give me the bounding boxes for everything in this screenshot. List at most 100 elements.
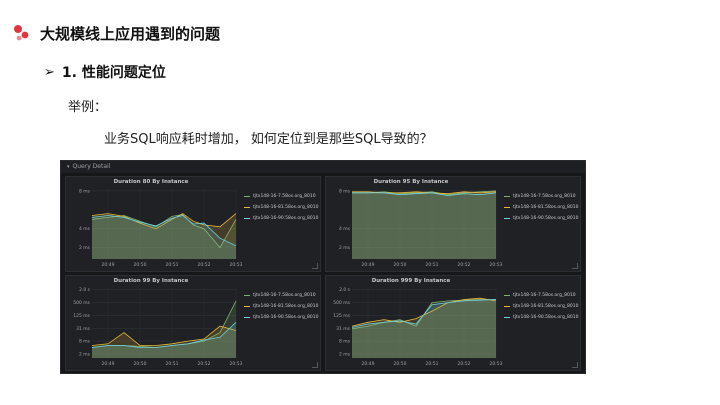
- bullet-arrow-icon: ➢: [44, 64, 55, 80]
- legend-label: tjtx148-16-7.58os.org_8010: [513, 293, 576, 298]
- legend-item[interactable]: tjtx148-16-7.58os.org_8010: [244, 191, 319, 202]
- legend-swatch: [244, 206, 250, 209]
- legend-item[interactable]: tjtx148-16-7.58os.org_8010: [504, 191, 579, 202]
- legend-item[interactable]: tjtx148-16-90.58os.org_8010: [244, 312, 319, 323]
- chart-plot: 8 ms 4 ms 2 ms 20:49 20:50 20:51 20:52 20:53: [339, 188, 503, 268]
- y-tick-label: 500 ms: [333, 300, 350, 306]
- y-tick-label: 31 ms: [76, 326, 91, 332]
- panel-duration-999[interactable]: Duration 999 By Instance 2.0 s 500 ms 125 …: [325, 275, 581, 371]
- y-tick-label: 125 ms: [333, 313, 350, 319]
- resize-handle-icon[interactable]: [572, 362, 578, 368]
- x-tick-label: 20:52: [198, 361, 211, 367]
- x-tick-label: 20:51: [426, 361, 439, 367]
- series-area: [352, 192, 496, 259]
- y-tick-label: 8 ms: [79, 188, 91, 194]
- legend-item[interactable]: tjtx148-16-81.58os.org_8010: [504, 202, 579, 213]
- legend-swatch: [504, 195, 510, 198]
- chart-legend: tjtx148-16-7.58os.org_8010 tjtx148-16-81…: [244, 191, 319, 224]
- x-tick-label: 20:49: [102, 262, 115, 268]
- example-label: 举例：: [68, 100, 108, 115]
- x-tick-label: 20:52: [458, 262, 471, 268]
- dashboard-row-title: Query Detail: [72, 163, 111, 170]
- y-tick-label: 2 ms: [79, 351, 91, 357]
- x-tick-label: 20:50: [134, 262, 147, 268]
- title-decoration-icon: [14, 25, 29, 41]
- x-tick-label: 20:52: [198, 262, 211, 268]
- legend-swatch: [244, 294, 250, 297]
- legend-item[interactable]: tjtx148-16-90.58os.org_8010: [244, 213, 319, 224]
- x-tick-label: 20:51: [166, 361, 179, 367]
- legend-label: tjtx148-16-7.58os.org_8010: [513, 194, 576, 199]
- x-tick-label: 20:49: [362, 262, 375, 268]
- x-tick-label: 20:50: [394, 262, 407, 268]
- panel-duration-80[interactable]: Duration 80 By Instance 8 ms 4 ms 2 ms 20:4…: [65, 176, 321, 272]
- x-tick-label: 20:53: [230, 361, 243, 367]
- y-tick-label: 4 ms: [339, 226, 351, 232]
- panel-duration-95[interactable]: Duration 95 By Instance 8 ms 4 ms 2 ms 20:4…: [325, 176, 581, 272]
- x-tick-label: 20:50: [394, 361, 407, 367]
- y-tick-label: 31 ms: [336, 326, 351, 332]
- slide-title-row: 大规模线上应用遇到的问题: [12, 20, 220, 46]
- chart-plot: 2.0 s 500 ms 125 ms 31 ms 8 ms 2 ms 20:49 20:50…: [333, 287, 503, 367]
- y-tick-label: 2 ms: [339, 245, 351, 251]
- legend-item[interactable]: tjtx148-16-81.58os.org_8010: [504, 301, 579, 312]
- chart-legend: tjtx148-16-7.58os.org_8010 tjtx148-16-81…: [504, 191, 579, 224]
- resize-handle-icon[interactable]: [312, 362, 318, 368]
- x-tick-label: 20:53: [490, 262, 503, 268]
- chart-plot: 2.0 s 500 ms 125 ms 31 ms 8 ms 2 ms 20:49 20:50…: [73, 287, 243, 367]
- legend-swatch: [504, 305, 510, 308]
- legend-label: tjtx148-16-90.58os.org_8010: [253, 216, 319, 221]
- slide-title: 大规模线上应用遇到的问题: [40, 24, 221, 43]
- bullet-row: ➢ 1. 性能问题定位: [44, 62, 166, 82]
- legend-swatch: [504, 316, 510, 319]
- chart-legend: tjtx148-16-7.58os.org_8010 tjtx148-16-81…: [504, 290, 579, 323]
- bullet-heading: 1. 性能问题定位: [61, 65, 166, 81]
- y-tick-label: 4 ms: [79, 226, 91, 232]
- legend-swatch: [244, 195, 250, 198]
- y-tick-label: 2.0 s: [339, 287, 351, 293]
- legend-label: tjtx148-16-90.58os.org_8010: [513, 315, 579, 320]
- y-tick-label: 2.0 s: [79, 287, 91, 293]
- y-tick-label: 2 ms: [79, 245, 91, 251]
- chart-plot: 8 ms 4 ms 2 ms 20:49 20:50 20:51 20:52 20:53: [79, 188, 243, 268]
- x-tick-label: 20:50: [134, 361, 147, 367]
- legend-swatch: [244, 305, 250, 308]
- legend-label: tjtx148-16-81.58os.org_8010: [513, 304, 579, 309]
- x-tick-label: 20:49: [362, 361, 375, 367]
- x-tick-label: 20:51: [166, 262, 179, 268]
- dashboard-row-header[interactable]: ▾ Query Detail: [61, 161, 585, 173]
- y-tick-label: 500 ms: [73, 300, 90, 306]
- legend-item[interactable]: tjtx148-16-7.58os.org_8010: [244, 290, 319, 301]
- panel-duration-99[interactable]: Duration 99 By Instance 2.0 s 500 ms 125 m…: [65, 275, 321, 371]
- legend-label: tjtx148-16-81.58os.org_8010: [253, 205, 319, 210]
- legend-item[interactable]: tjtx148-16-81.58os.org_8010: [244, 202, 319, 213]
- collapse-caret-icon[interactable]: ▾: [67, 164, 70, 170]
- resize-handle-icon[interactable]: [572, 263, 578, 269]
- legend-label: tjtx148-16-90.58os.org_8010: [253, 315, 319, 320]
- y-tick-label: 8 ms: [79, 339, 91, 345]
- x-tick-label: 20:53: [230, 262, 243, 268]
- dashboard-screenshot: ▾ Query Detail Duration 80 By Instance 8 …: [60, 160, 586, 374]
- chart-legend: tjtx148-16-7.58os.org_8010 tjtx148-16-81…: [244, 290, 319, 323]
- legend-item[interactable]: tjtx148-16-7.58os.org_8010: [504, 290, 579, 301]
- legend-label: tjtx148-16-81.58os.org_8010: [253, 304, 319, 309]
- y-tick-label: 125 ms: [73, 313, 90, 319]
- legend-swatch: [244, 217, 250, 220]
- legend-item[interactable]: tjtx148-16-90.58os.org_8010: [504, 213, 579, 224]
- x-tick-label: 20:49: [102, 361, 115, 367]
- question-text: 业务SQL响应耗时增加， 如何定位到是那些SQL导致的？: [104, 132, 433, 147]
- legend-swatch: [244, 316, 250, 319]
- legend-item[interactable]: tjtx148-16-90.58os.org_8010: [504, 312, 579, 323]
- legend-swatch: [504, 217, 510, 220]
- legend-label: tjtx148-16-81.58os.org_8010: [513, 205, 579, 210]
- resize-handle-icon[interactable]: [312, 263, 318, 269]
- y-tick-label: 2 ms: [339, 351, 351, 357]
- x-tick-label: 20:53: [490, 361, 503, 367]
- series-area: [352, 299, 496, 358]
- legend-item[interactable]: tjtx148-16-81.58os.org_8010: [244, 301, 319, 312]
- legend-swatch: [504, 294, 510, 297]
- legend-swatch: [504, 206, 510, 209]
- legend-label: tjtx148-16-7.58os.org_8010: [253, 194, 316, 199]
- legend-label: tjtx148-16-90.58os.org_8010: [513, 216, 579, 221]
- legend-label: tjtx148-16-7.58os.org_8010: [253, 293, 316, 298]
